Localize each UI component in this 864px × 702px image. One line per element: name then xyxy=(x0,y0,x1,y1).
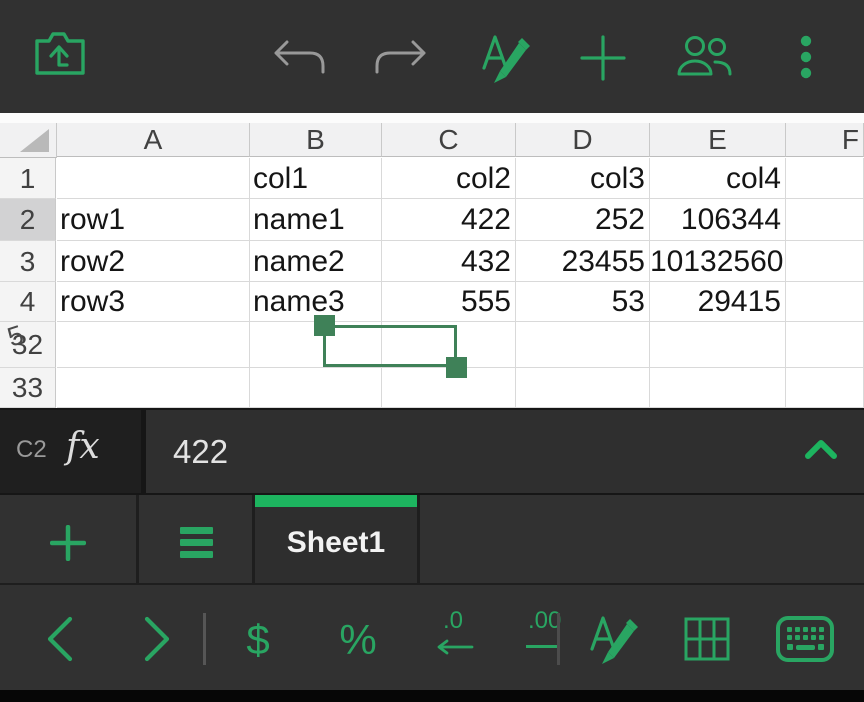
top-toolbar xyxy=(0,0,864,113)
row-header-32[interactable]: 325 xyxy=(0,322,56,368)
collapse-chevron-icon[interactable] xyxy=(804,427,838,471)
toolbar-divider xyxy=(203,613,206,665)
row-header-2[interactable]: 2 xyxy=(0,199,56,241)
sheet-tab-bar: Sheet1 xyxy=(0,495,864,583)
cell-A33[interactable] xyxy=(57,368,250,408)
decrease-decimal-arrow-icon xyxy=(434,639,474,655)
cell-F1[interactable] xyxy=(786,158,864,199)
format-text-icon[interactable] xyxy=(480,30,530,86)
table-borders-icon[interactable] xyxy=(683,616,731,662)
spreadsheet-grid: ABCDEF 1 col1col2col3col4 2row1name14222521… xyxy=(0,123,864,408)
tabbar-divider xyxy=(136,495,139,583)
active-tab-indicator xyxy=(255,495,417,507)
next-icon[interactable] xyxy=(141,615,173,663)
row-header-3[interactable]: 3 xyxy=(0,241,56,282)
percent-format-button[interactable]: % xyxy=(330,612,386,668)
cell-A4[interactable]: row3 xyxy=(57,282,250,322)
tabbar-divider xyxy=(417,495,420,583)
keyboard-icon[interactable] xyxy=(775,614,835,664)
cell-E3[interactable]: 10132560 xyxy=(650,241,786,282)
cell-E32[interactable] xyxy=(650,322,786,368)
cell-F32[interactable] xyxy=(786,322,864,368)
row-header-33[interactable]: 33 xyxy=(0,368,56,408)
insert-icon[interactable] xyxy=(580,35,626,81)
format-text-icon[interactable] xyxy=(588,611,638,667)
cell-F2[interactable] xyxy=(786,199,864,241)
cell-B2[interactable]: name1 xyxy=(250,199,382,241)
cell-A32[interactable] xyxy=(57,322,250,368)
system-nav-bar xyxy=(0,690,864,702)
cell-D33[interactable] xyxy=(516,368,650,408)
cell-F3[interactable] xyxy=(786,241,864,282)
cell-D1[interactable]: col3 xyxy=(516,158,650,199)
fx-icon[interactable]: fx xyxy=(66,426,100,467)
column-header-B[interactable]: B xyxy=(250,123,382,157)
cell-C2[interactable]: 422 xyxy=(382,199,516,241)
tab-sheet1[interactable]: Sheet1 xyxy=(255,495,417,583)
column-header-E[interactable]: E xyxy=(650,123,786,157)
currency-format-button[interactable]: $ xyxy=(236,612,280,668)
selection-handle-bottom-right[interactable] xyxy=(446,357,467,378)
cell-D32[interactable] xyxy=(516,322,650,368)
cell-E1[interactable]: col4 xyxy=(650,158,786,199)
row-header-1[interactable]: 1 xyxy=(0,158,56,199)
cell-B33[interactable] xyxy=(250,368,382,408)
cell-selection-border xyxy=(323,325,457,367)
cell-E33[interactable] xyxy=(650,368,786,408)
share-people-icon[interactable] xyxy=(676,36,734,76)
add-sheet-icon[interactable] xyxy=(50,525,86,561)
cell-C1[interactable]: col2 xyxy=(382,158,516,199)
undo-icon[interactable] xyxy=(272,40,328,74)
cell-D2[interactable]: 252 xyxy=(516,199,650,241)
toolbar-divider xyxy=(557,613,560,665)
column-header-C[interactable]: C xyxy=(382,123,516,157)
formula-bar: C2 fx 422 xyxy=(0,408,864,495)
cell-C3[interactable]: 432 xyxy=(382,241,516,282)
overflow-menu-icon[interactable] xyxy=(800,35,812,79)
prev-icon[interactable] xyxy=(44,615,76,663)
save-export-icon[interactable] xyxy=(33,29,87,77)
bottom-toolbar: $ % .0 .00 xyxy=(0,585,864,690)
cell-A1[interactable] xyxy=(57,158,250,199)
select-all-triangle xyxy=(20,129,49,152)
column-header-D[interactable]: D xyxy=(516,123,650,157)
formula-input[interactable]: 422 xyxy=(146,410,864,493)
cell-E4[interactable]: 29415 xyxy=(650,282,786,322)
cell-B3[interactable]: name2 xyxy=(250,241,382,282)
cell-D3[interactable]: 23455 xyxy=(516,241,650,282)
cell-A3[interactable]: row2 xyxy=(57,241,250,282)
cell-F4[interactable] xyxy=(786,282,864,322)
sheet-menu-icon[interactable] xyxy=(180,527,213,558)
cell-F33[interactable] xyxy=(786,368,864,408)
redo-icon[interactable] xyxy=(372,40,428,74)
grid-top-strip xyxy=(0,113,864,123)
sheet-tab-label: Sheet1 xyxy=(255,507,417,583)
select-all-corner[interactable] xyxy=(0,123,57,158)
selection-handle-top-left[interactable] xyxy=(314,315,335,336)
column-header-A[interactable]: A xyxy=(57,123,250,157)
increase-decimal-underline xyxy=(526,645,557,648)
cell-D4[interactable]: 53 xyxy=(516,282,650,322)
cell-reference: C2 xyxy=(16,436,47,464)
column-header-F[interactable]: F xyxy=(786,123,864,157)
cell-C4[interactable]: 555 xyxy=(382,282,516,322)
cell-A2[interactable]: row1 xyxy=(57,199,250,241)
cell-B1[interactable]: col1 xyxy=(250,158,382,199)
cell-reference-box[interactable]: C2 fx xyxy=(0,410,141,493)
cell-E2[interactable]: 106344 xyxy=(650,199,786,241)
